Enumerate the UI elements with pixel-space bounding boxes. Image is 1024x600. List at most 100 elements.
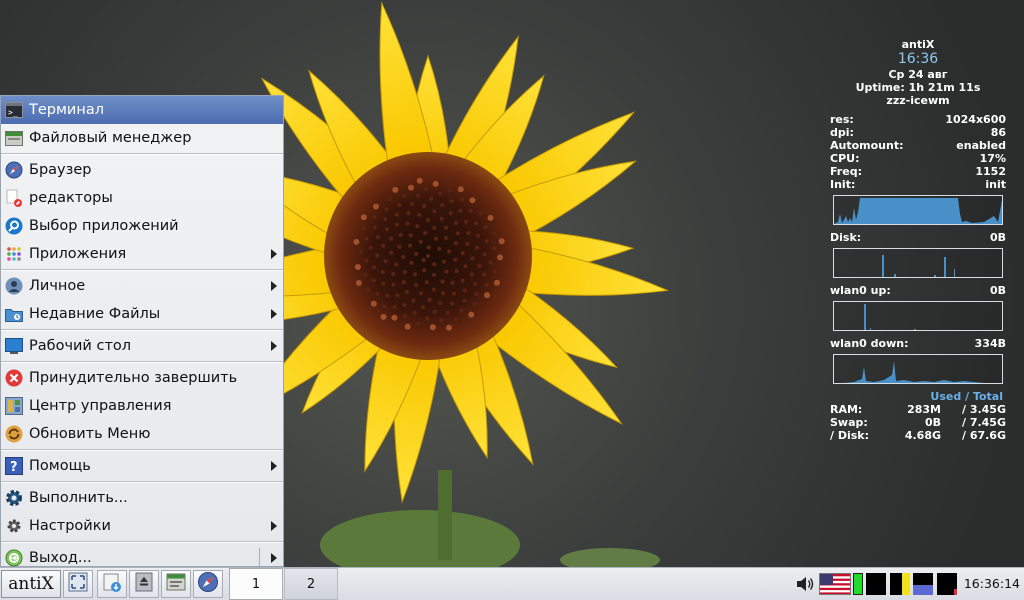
menu-item-editors[interactable]: редакторы [1,184,283,212]
menu-item-settings[interactable]: Настройки [1,512,283,540]
sunflower-seed [397,244,402,249]
eject-drive-icon [133,571,155,597]
used-total-header: Used / Total [930,390,1003,403]
sunflower-seed [395,222,399,227]
menu-item-label: Выполнить... [29,490,128,506]
network-meter-icon[interactable] [866,573,886,595]
start-button[interactable]: antiX [1,570,61,598]
menu-item-help[interactable]: ? Помощь [1,452,283,480]
submenu-arrow-icon [271,281,277,291]
memory-meter-icon[interactable] [890,573,910,595]
sunflower-seed [360,214,367,221]
taskbar-clock[interactable]: 16:36:14 [964,576,1020,591]
sunflower-seed [484,239,489,244]
svg-text:>_: >_ [8,108,18,117]
editor-icon [5,189,23,207]
cpu-meter-icon[interactable] [853,573,863,595]
sunflower-seed [401,280,406,285]
file-manager-launch-button[interactable] [161,570,191,598]
conky-date: Ср 24 авг [888,68,948,81]
sunflower-seed [438,301,443,306]
wlan-up-row: wlan0 up: 0B [830,284,1006,297]
sunflower-seed [414,282,418,287]
sunflower-seed [466,231,471,236]
sunflower-seed [454,221,458,225]
menu-item-label: Недавние Файлы [29,306,161,322]
workspace-1-button[interactable]: 1 [229,568,283,600]
sunflower-seed [405,289,409,294]
swap-row: Swap: 0B/ 7.45G [830,416,1006,429]
show-desktop-icon [67,571,89,597]
show-desktop-button[interactable] [63,570,93,598]
menu-item-label: Рабочий стол [29,338,132,354]
sunflower-seed [385,293,390,298]
sunflower-seed [494,279,500,286]
sunflower-seed [463,264,468,269]
sunflower-seed [447,249,452,254]
sunflower-seed [453,241,458,246]
sunflower-seed [424,280,429,285]
control-center-icon [5,397,23,415]
menu-item-refreshmenu[interactable]: Обновить Меню [1,420,283,448]
menu-separator [1,153,283,155]
sunflower-seed [421,258,426,263]
menu-item-label: Браузер [29,162,92,178]
sunflower-seed [405,221,410,226]
sunflower-seed [468,311,475,318]
personal-user-icon [5,277,23,295]
install-button[interactable] [97,570,127,598]
menu-item-recent[interactable]: Недавние Файлы [1,300,283,328]
menu-item-label: Личное [29,278,86,294]
sunflower-seed [381,281,386,286]
sunflower-seed [389,236,394,241]
sunflower-seed [464,219,469,224]
workspace-2-button[interactable]: 2 [284,568,338,600]
sunflower-seed [451,291,456,296]
menu-item-run[interactable]: Выполнить... [1,484,283,512]
menu-separator [1,449,283,451]
menu-item-filemanager[interactable]: Файловый менеджер [1,124,283,152]
mail-meter-icon[interactable] [913,573,933,595]
cpu-graph [833,195,1003,225]
menu-item-terminal[interactable]: >_ Терминал [1,96,283,124]
menu-item-personal[interactable]: Личное [1,272,283,300]
sunflower-seed [358,249,363,254]
menu-item-label: Настройки [29,518,111,534]
menu-item-desktop[interactable]: Рабочий стол [1,332,283,360]
sunflower-seed [429,196,434,201]
sunflower-seed [477,263,482,268]
browser-launch-button[interactable] [193,570,223,598]
menu-item-appselect[interactable]: Выбор приложений [1,212,283,240]
sunflower-seed [425,316,430,321]
sunflower-seed [384,227,389,232]
sunflower-seed [402,270,407,275]
sunflower-seed [473,282,478,286]
sunflower-seed [432,262,437,267]
files-install-icon [101,571,123,597]
sunflower-seed [444,225,449,230]
menu-item-label: Приложения [29,246,127,262]
eject-button[interactable] [129,570,159,598]
sunflower-seed [426,254,430,258]
stat-row: Freq: 1152 [830,165,1006,178]
battery-meter-icon[interactable] [937,573,957,595]
sunflower-seed [492,231,497,236]
sunflower-seed [438,191,442,196]
sunflower-seed [478,211,483,216]
sunflower-seed [432,180,439,187]
sunflower-seed [364,258,369,263]
volume-icon[interactable] [794,573,816,595]
sunflower-seed [370,300,377,307]
sunflower-seed [474,245,479,250]
sunflower-seed [416,321,420,326]
sunflower-seed [484,292,490,299]
sunflower-seed [415,224,420,229]
menu-item-controlcenter[interactable]: Центр управления [1,392,283,420]
menu-item-browser[interactable]: Браузер [1,156,283,184]
sunflower-seed [401,255,406,259]
menu-item-applications[interactable]: Приложения [1,240,283,268]
sunflower-seed [375,235,380,240]
keyboard-layout-flag-icon[interactable] [819,573,851,595]
sunflower-seed [408,243,412,248]
menu-item-forcequit[interactable]: Принудительно завершить [1,364,283,392]
